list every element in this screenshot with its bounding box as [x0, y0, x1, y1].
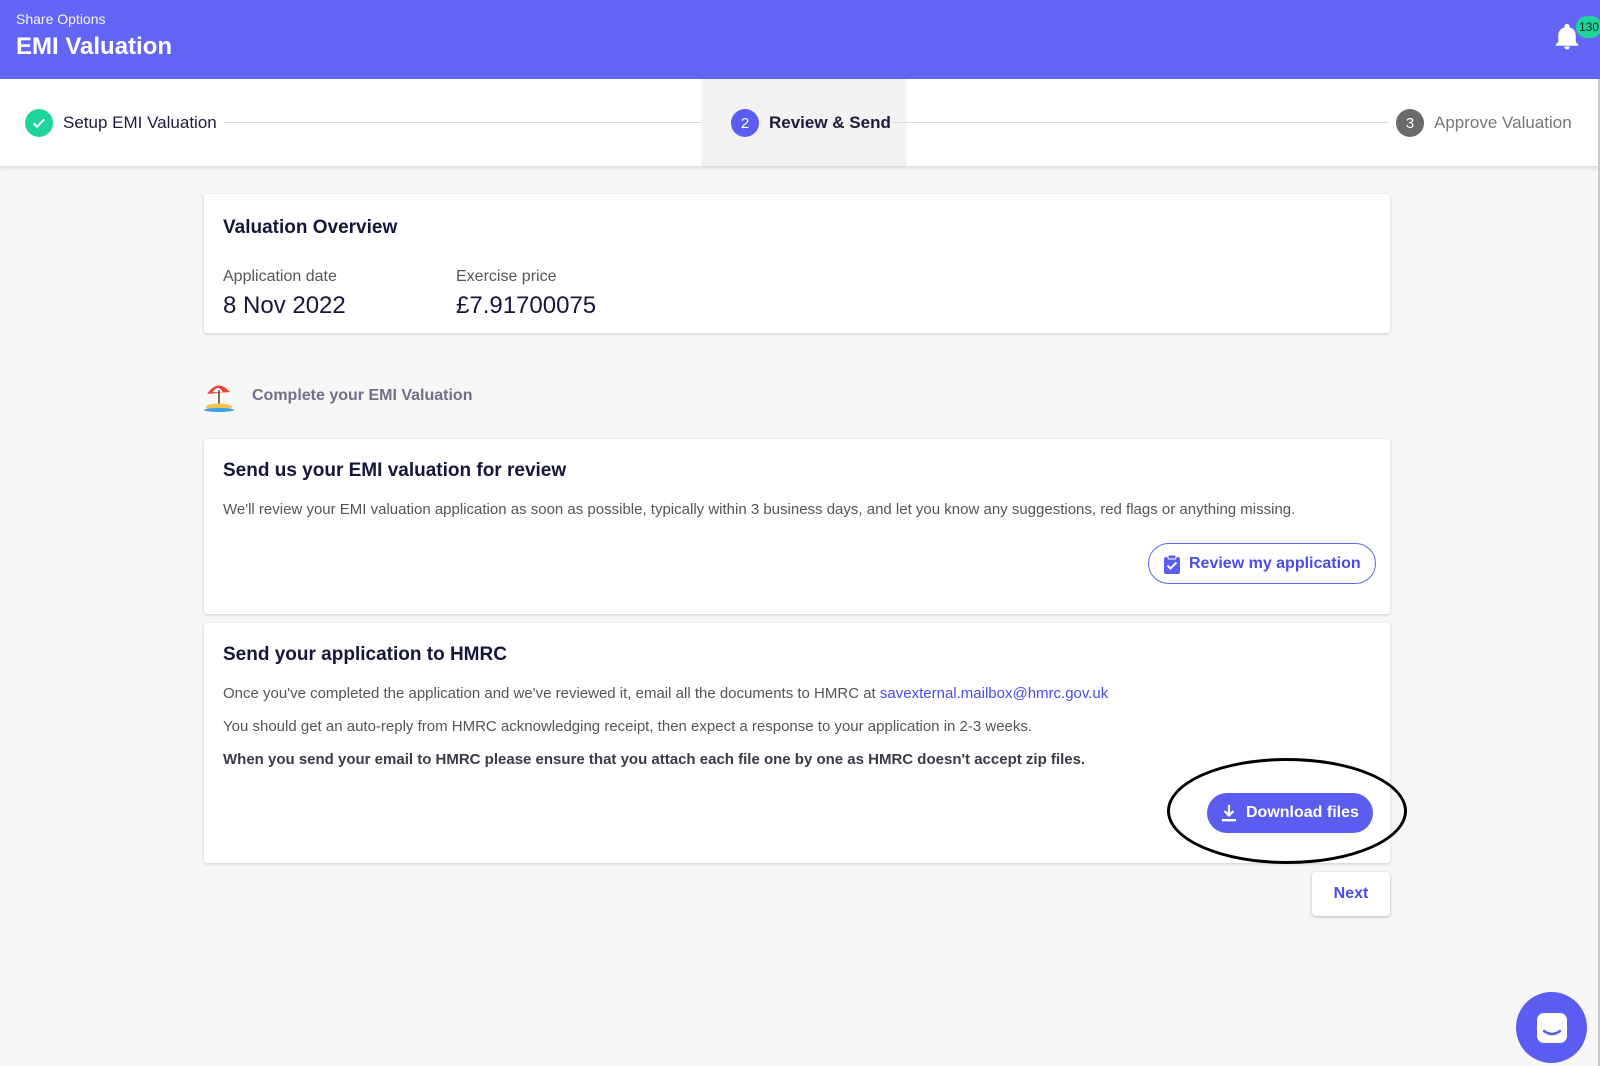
hmrc-instructions: Once you've completed the application an…	[223, 685, 1108, 702]
hmrc-email-link[interactable]: savexternal.mailbox@hmrc.gov.uk	[880, 685, 1108, 702]
next-button[interactable]: Next	[1312, 872, 1390, 916]
review-description: We'll review your EMI valuation applicat…	[223, 501, 1296, 518]
step-setup[interactable]: Setup EMI Valuation	[25, 109, 217, 137]
button-label: Review my application	[1189, 554, 1361, 572]
step-label: Setup EMI Valuation	[63, 113, 217, 132]
instruction-text: Once you've completed the application an…	[223, 685, 880, 702]
zip-warning: When you send your email to HMRC please …	[223, 751, 1086, 768]
page-title: EMI Valuation	[16, 33, 173, 60]
section-heading-text: Complete your EMI Valuation	[252, 387, 473, 404]
clipboard-check-icon	[1164, 554, 1180, 574]
step-label: Approve Valuation	[1434, 113, 1572, 132]
exercise-price-value: £7.91700075	[456, 292, 597, 319]
beach-umbrella-icon	[204, 385, 234, 412]
application-date-label: Application date	[223, 268, 337, 285]
exercise-price-label: Exercise price	[456, 268, 557, 285]
card-title: Send us your EMI valuation for review	[223, 460, 567, 481]
step-approve[interactable]: 3 Approve Valuation	[1396, 109, 1572, 137]
step-connector	[892, 122, 1388, 123]
step-number: 2	[731, 109, 759, 137]
chat-launcher-button[interactable]	[1516, 992, 1587, 1063]
section-heading: Complete your EMI Valuation	[204, 380, 472, 412]
card-title: Send your application to HMRC	[223, 644, 507, 665]
step-label: Review & Send	[769, 113, 891, 132]
review-application-button[interactable]: Review my application	[1148, 543, 1376, 584]
step-review[interactable]: 2 Review & Send	[731, 109, 891, 137]
step-connector	[224, 122, 702, 123]
chat-icon	[1536, 1012, 1567, 1043]
app-header: Share Options EMI Valuation 130	[0, 0, 1600, 79]
valuation-overview-card: Valuation Overview Application date 8 No…	[204, 194, 1390, 333]
annotation-ellipse	[1167, 758, 1407, 864]
review-card: Send us your EMI valuation for review We…	[204, 439, 1390, 614]
breadcrumb[interactable]: Share Options	[16, 11, 106, 27]
hmrc-response-info: You should get an auto-reply from HMRC a…	[223, 718, 1033, 735]
notification-badge: 130	[1576, 16, 1600, 38]
application-date-value: 8 Nov 2022	[223, 292, 346, 319]
card-title: Valuation Overview	[223, 217, 398, 238]
check-icon	[25, 109, 53, 137]
step-number: 3	[1396, 109, 1424, 137]
